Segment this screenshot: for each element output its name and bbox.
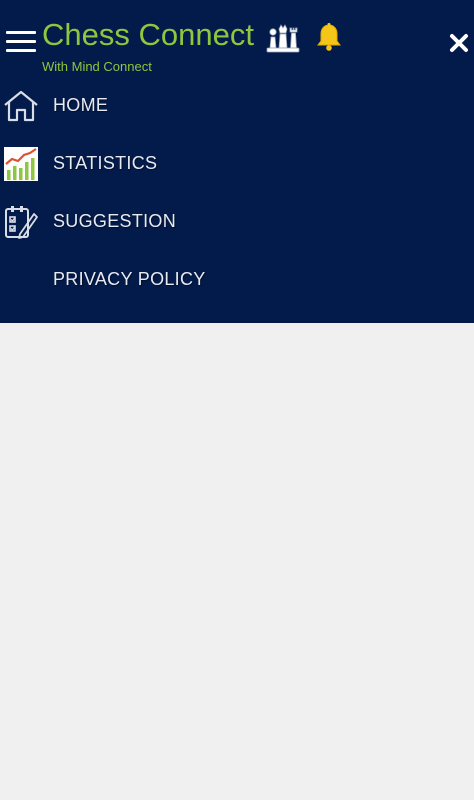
page-content-area — [0, 323, 474, 800]
menu-item-label: PRIVACY POLICY — [53, 269, 206, 289]
menu-item-privacy-policy[interactable]: PRIVACY POLICY — [0, 254, 474, 304]
close-icon[interactable] — [449, 33, 469, 53]
statistics-chart-icon — [4, 147, 38, 181]
menu-item-label: HOME — [53, 95, 109, 115]
menu-item-suggestion[interactable]: SUGGESTION — [0, 196, 474, 246]
chess-pieces-icon[interactable] — [266, 22, 300, 54]
app-subtitle: With Mind Connect — [42, 59, 152, 74]
app-title: Chess Connect — [42, 17, 254, 52]
navigation-drawer: Chess Connect With Mind Connect HOME STA… — [0, 0, 474, 323]
menu-icon[interactable] — [6, 31, 36, 53]
menu-item-home[interactable]: HOME — [0, 80, 474, 130]
menu-item-label: SUGGESTION — [53, 211, 177, 231]
home-icon — [4, 90, 38, 122]
bell-icon[interactable] — [314, 22, 344, 52]
suggestion-clipboard-icon — [5, 206, 38, 239]
menu-item-label: STATISTICS — [53, 153, 158, 173]
menu-item-statistics[interactable]: STATISTICS — [0, 138, 474, 188]
